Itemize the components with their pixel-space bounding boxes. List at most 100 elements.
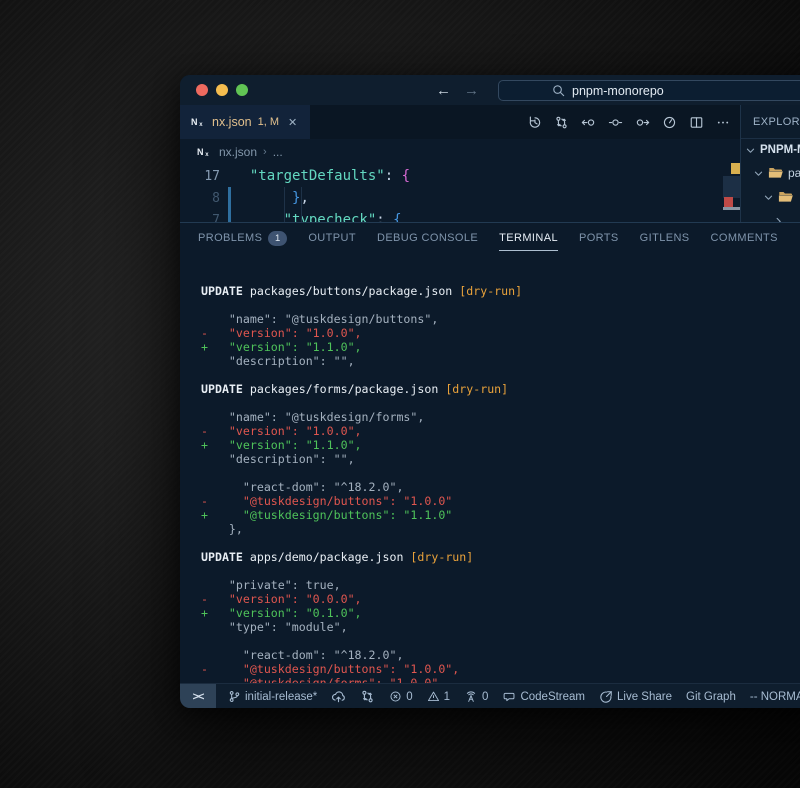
sync-branches-icon (360, 689, 375, 704)
status-item-label: Live Share (617, 691, 672, 703)
live-share-icon (599, 690, 613, 704)
open-change-button[interactable] (606, 113, 624, 131)
git-modified-gutter (228, 209, 231, 222)
open-change-icon (608, 115, 623, 130)
editor-tab-strip: Nx nx.json 1, M ✕ (180, 105, 800, 139)
panel-tab-label: COMMENTS (711, 225, 778, 251)
status-item-label: Git Graph (686, 691, 736, 703)
svg-text:N: N (197, 147, 204, 157)
chevron-down-icon (753, 168, 764, 179)
panel-tab-label: OUTPUT (308, 225, 356, 251)
terminal-line: "react-dom": "^18.2.0", (201, 648, 800, 662)
minimap-scroll-decoration (723, 207, 740, 210)
split-button[interactable] (687, 113, 705, 131)
explorer-sidebar: EXPLORER PNPM-MONOREPO packages (740, 105, 800, 222)
status-item-label: 0 (482, 691, 488, 703)
indent-guide (284, 187, 285, 222)
code-line[interactable]: 17 "targetDefaults": { (180, 165, 740, 187)
nx-file-icon: Nx (197, 146, 212, 158)
minimize-window-button[interactable] (216, 84, 228, 96)
back-arrow-icon[interactable]: ← (436, 82, 451, 99)
panel-tab-problems[interactable]: PROBLEMS1 (198, 223, 287, 253)
panel-tab-ports[interactable]: PORTS (579, 223, 619, 253)
tab-nx-json[interactable]: Nx nx.json 1, M ✕ (180, 105, 310, 139)
git-modified-gutter (228, 165, 231, 187)
codestream-icon (502, 690, 516, 703)
code-text: "targetDefaults": { (233, 168, 410, 184)
status-item-git-graph[interactable]: Git Graph (686, 691, 736, 703)
panel-tab-label: PROBLEMS (198, 225, 262, 251)
terminal-line: - "version": "1.0.0", (201, 424, 800, 438)
terminal-line (201, 298, 800, 312)
terminal-line: - "@tuskdesign/buttons": "1.0.0" (201, 494, 800, 508)
terminal-output[interactable]: UPDATE packages/buttons/package.json [dr… (180, 253, 800, 684)
terminal-line (201, 466, 800, 480)
terminal-line: "private": true, (201, 578, 800, 592)
status-item-label: -- NORMAL -- (750, 691, 800, 703)
terminal-line: + "version": "0.1.0", (201, 606, 800, 620)
timer-button[interactable] (660, 113, 678, 131)
maximize-window-button[interactable] (236, 84, 248, 96)
panel-tab-output[interactable]: OUTPUT (308, 223, 356, 253)
more-button[interactable] (714, 113, 732, 131)
status-item-warnings[interactable]: 1 (427, 690, 450, 703)
status-item-label: 1 (444, 691, 450, 703)
terminal-line: "type": "module", (201, 620, 800, 634)
minimap-slider[interactable] (723, 176, 740, 198)
search-value: pnpm-monorepo (572, 84, 664, 98)
chevron-down-icon (763, 192, 774, 203)
terminal-line (201, 564, 800, 578)
terminal-line: UPDATE packages/buttons/package.json [dr… (201, 284, 800, 298)
status-item-label: CodeStream (520, 691, 585, 703)
history-button[interactable] (525, 113, 543, 131)
compare-button[interactable] (552, 113, 570, 131)
status-items: initial-release* 0 1 0 CodeStream Live Share G… (216, 689, 800, 704)
panel-tab-terminal[interactable]: TERMINAL (499, 223, 558, 253)
folder-icon (778, 190, 794, 204)
remote-indicator[interactable]: >< (180, 684, 216, 708)
code-line[interactable]: 8 }, (180, 187, 740, 209)
explorer-tree-item[interactable]: packages (741, 161, 800, 185)
svg-text:N: N (191, 117, 198, 127)
prev-change-button[interactable] (579, 113, 597, 131)
next-change-button[interactable] (633, 113, 651, 131)
next-change-icon (635, 115, 650, 130)
history-nav: ← → (436, 75, 479, 105)
forward-arrow-icon[interactable]: → (464, 82, 479, 99)
errors-icon (389, 690, 402, 703)
breadcrumb-more[interactable]: ... (273, 145, 283, 159)
code-line[interactable]: 7 "typecheck": { (180, 209, 740, 222)
status-item-sync-branches[interactable] (360, 689, 375, 704)
command-center-search[interactable]: pnpm-monorepo (498, 80, 800, 101)
code-editor[interactable]: 17 "targetDefaults": {8 },7 "typecheck":… (180, 165, 740, 222)
panel-tab-debug-console[interactable]: DEBUG CONSOLE (377, 223, 478, 253)
status-bar: >< initial-release* 0 1 0 CodeStream Live Sha… (180, 683, 800, 708)
status-item-codestream[interactable]: CodeStream (502, 690, 585, 703)
breadcrumb-file[interactable]: nx.json (219, 145, 257, 159)
panel-tab-comments[interactable]: COMMENTS (711, 223, 778, 253)
panel-tab-label: PORTS (579, 225, 619, 251)
code-text: "typecheck": { (233, 212, 402, 222)
close-window-button[interactable] (196, 84, 208, 96)
explorer-tree-item[interactable] (741, 185, 800, 209)
vscode-window: ← → pnpm-monorepo Nx nx.json 1, M ✕ Nx n… (180, 75, 800, 708)
status-item-label: initial-release* (245, 691, 317, 703)
bottom-panel: PROBLEMS1 OUTPUT DEBUG CONSOLE TERMINAL PORT… (180, 222, 800, 684)
status-item-errors[interactable]: 0 (389, 690, 412, 703)
tab-decoration: 1, M (258, 116, 279, 128)
status-item-broadcast[interactable]: 0 (464, 690, 488, 703)
status-item-git-branch[interactable]: initial-release* (228, 690, 317, 703)
explorer-root-item[interactable]: PNPM-MONOREPO (741, 139, 800, 161)
terminal-line (201, 396, 800, 410)
chevron-down-icon (745, 145, 756, 156)
status-item-publish[interactable] (331, 690, 346, 703)
close-tab-icon[interactable]: ✕ (288, 116, 297, 129)
minimap[interactable] (704, 161, 740, 222)
breadcrumb[interactable]: Nx nx.json › ... (180, 139, 740, 165)
panel-tab-label: TERMINAL (499, 225, 558, 251)
panel-tab-gitlens[interactable]: GITLENS (640, 223, 690, 253)
tree-item-label: packages (788, 166, 800, 180)
status-item-live-share[interactable]: Live Share (599, 690, 672, 704)
status-item-vim-mode[interactable]: -- NORMAL -- (750, 691, 800, 703)
tab-label: nx.json (212, 115, 252, 129)
